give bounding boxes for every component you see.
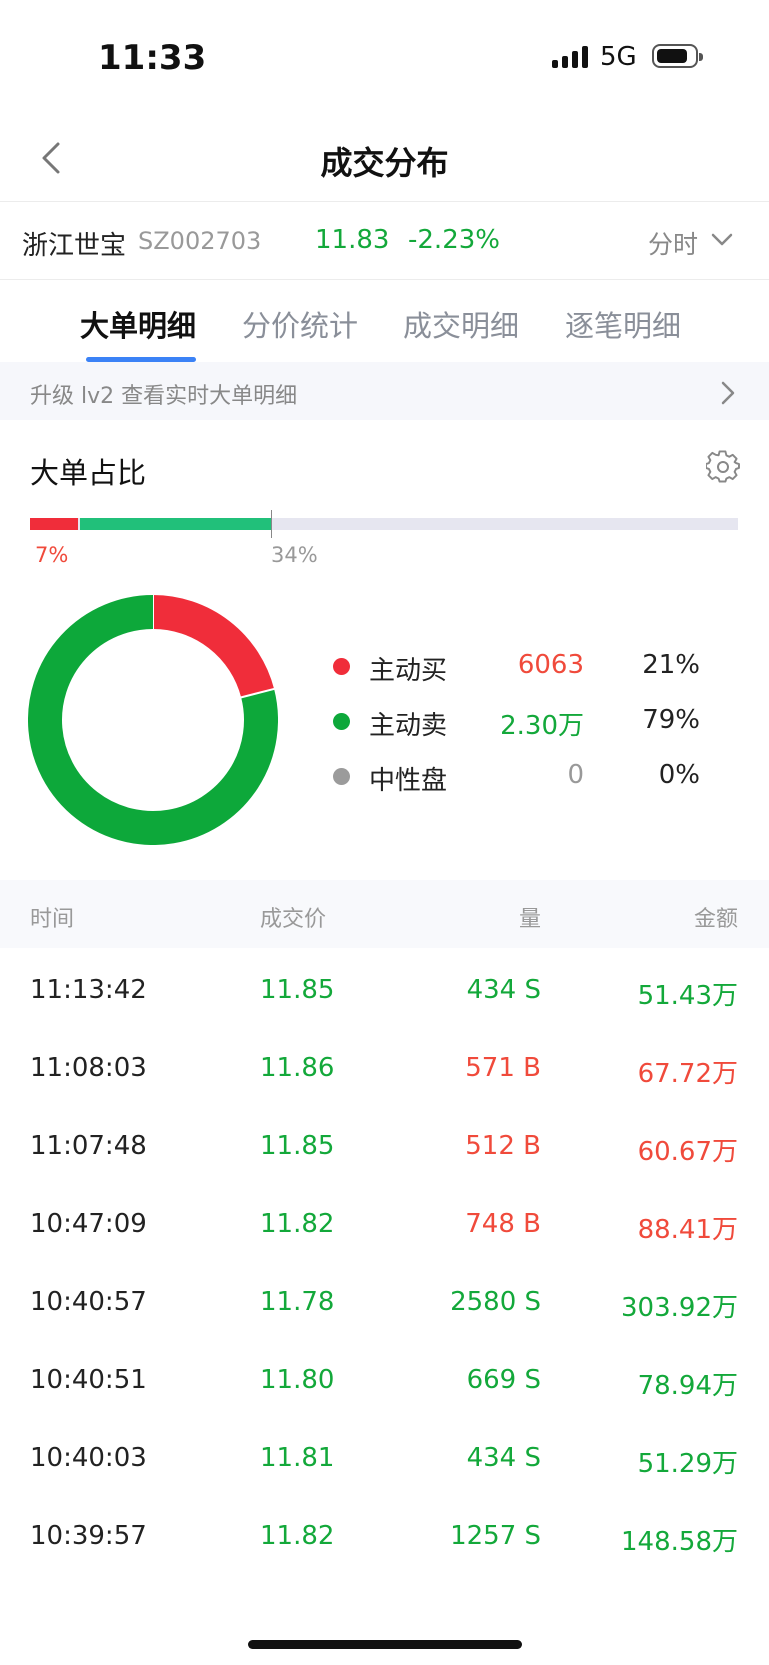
row-volume: 2580 S <box>450 1287 541 1317</box>
ratio-label-marker: 34% <box>271 543 318 567</box>
row-time: 11:13:42 <box>30 975 147 1005</box>
stock-name: 浙江世宝 <box>22 231 127 261</box>
signal-icon <box>552 46 588 72</box>
row-price: 11.85 <box>260 975 335 1005</box>
legend-value: 0 <box>567 760 584 790</box>
row-price: 11.78 <box>260 1287 335 1317</box>
legend-label: 主动卖 <box>369 711 448 741</box>
legend-value: 2.30万 <box>500 711 584 741</box>
ratio-bar-buy <box>30 518 78 530</box>
period-selector[interactable]: 分时 <box>648 225 698 261</box>
header-time: 时间 <box>30 907 75 932</box>
upgrade-banner-text: 升级 lv2 查看实时大单明细 <box>30 384 298 409</box>
legend-label: 主动买 <box>369 656 448 686</box>
status-time: 11:33 <box>98 38 207 78</box>
row-price: 11.81 <box>260 1443 335 1473</box>
row-time: 10:47:09 <box>30 1209 147 1239</box>
legend-percent: 79% <box>642 705 700 735</box>
row-amount: 148.58万 <box>621 1527 738 1557</box>
row-price: 11.86 <box>260 1053 335 1083</box>
tab-large-orders[interactable]: 大单明细 <box>80 303 196 345</box>
row-time: 10:40:03 <box>30 1443 147 1473</box>
legend-dot <box>333 713 350 730</box>
stock-price: 11.83 <box>315 225 390 255</box>
legend-dot <box>333 658 350 675</box>
ratio-label-buy: 7% <box>35 543 69 567</box>
tab-tick-details[interactable]: 逐笔明细 <box>565 303 681 345</box>
home-indicator[interactable] <box>248 1640 522 1649</box>
row-time: 10:40:57 <box>30 1287 147 1317</box>
row-amount: 51.29万 <box>637 1449 738 1479</box>
row-time: 10:39:57 <box>30 1521 147 1551</box>
row-amount: 67.72万 <box>637 1059 738 1089</box>
gear-icon[interactable] <box>706 450 740 484</box>
row-volume: 434 S <box>466 1443 541 1473</box>
row-price: 11.85 <box>260 1131 335 1161</box>
row-volume: 669 S <box>466 1365 541 1395</box>
row-time: 10:40:51 <box>30 1365 147 1395</box>
row-price: 11.82 <box>260 1209 335 1239</box>
legend-percent: 0% <box>658 760 700 790</box>
donut-chart <box>28 595 278 845</box>
row-volume: 434 S <box>466 975 541 1005</box>
row-volume: 748 B <box>465 1209 541 1239</box>
legend-dot <box>333 768 350 785</box>
tab-price-stats[interactable]: 分价统计 <box>242 303 358 345</box>
legend-label: 中性盘 <box>369 766 448 796</box>
row-amount: 51.43万 <box>637 981 738 1011</box>
battery-icon <box>652 44 703 68</box>
row-volume: 571 B <box>465 1053 541 1083</box>
header-amount: 金额 <box>693 907 738 932</box>
tab-trade-details[interactable]: 成交明细 <box>403 303 519 345</box>
divider <box>0 201 769 202</box>
row-price: 11.80 <box>260 1365 335 1395</box>
row-amount: 78.94万 <box>637 1371 738 1401</box>
stock-change: -2.23% <box>408 225 500 255</box>
row-volume: 1257 S <box>450 1521 541 1551</box>
section-title: 大单占比 <box>30 456 147 490</box>
ratio-bar-sell <box>79 518 271 530</box>
row-time: 11:07:48 <box>30 1131 147 1161</box>
chevron-right-icon[interactable] <box>720 380 736 406</box>
header-price: 成交价 <box>260 907 327 932</box>
legend-percent: 21% <box>642 650 700 680</box>
stock-code: SZ002703 <box>138 227 262 255</box>
divider <box>0 279 769 280</box>
chevron-down-icon[interactable] <box>710 232 734 248</box>
network-type: 5G <box>600 42 637 72</box>
page-title: 成交分布 <box>320 144 449 182</box>
header-volume: 量 <box>518 907 541 932</box>
row-amount: 60.67万 <box>637 1137 738 1167</box>
ratio-bar-marker <box>270 510 272 538</box>
row-amount: 88.41万 <box>637 1215 738 1245</box>
row-price: 11.82 <box>260 1521 335 1551</box>
row-volume: 512 B <box>465 1131 541 1161</box>
row-amount: 303.92万 <box>621 1293 738 1323</box>
table-header <box>0 880 769 948</box>
donut-slice-buy <box>152 595 275 698</box>
legend-value: 6063 <box>517 650 584 680</box>
row-time: 11:08:03 <box>30 1053 147 1083</box>
